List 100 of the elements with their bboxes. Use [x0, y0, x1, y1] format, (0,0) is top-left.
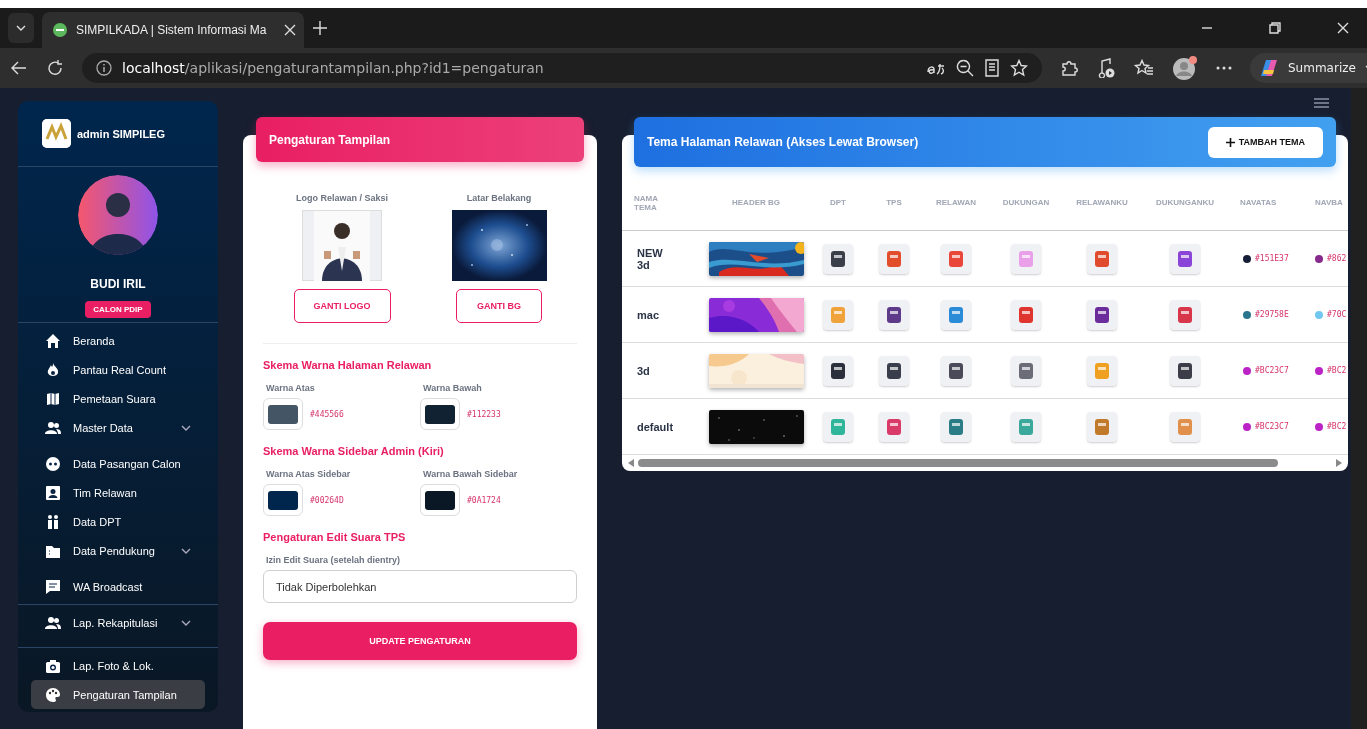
- column-header: NAVATAS: [1240, 198, 1277, 207]
- emblem-icon: [1011, 243, 1041, 274]
- sidebar-item[interactable]: Data Pendukung: [31, 536, 205, 565]
- card-title: Tema Halaman Relawan (Akses Lewat Browser): [647, 135, 919, 149]
- extension-icon[interactable]: [1060, 59, 1078, 77]
- media-icon[interactable]: [1096, 58, 1116, 78]
- emblem-icon: [1170, 411, 1200, 442]
- color-code: #BC23C7: [1255, 422, 1289, 431]
- sidebar-item[interactable]: Data DPT: [31, 507, 205, 536]
- emblem-icon: [823, 243, 853, 274]
- nav-icon: [45, 614, 61, 631]
- column-header: HEADER BG: [732, 198, 780, 207]
- emblem-icon: [879, 243, 909, 274]
- emblem-icon: [1011, 411, 1041, 442]
- sidebar-item[interactable]: Pantau Real Count: [31, 355, 205, 384]
- emblem-icon: [1087, 411, 1117, 442]
- theme-name: NEW 3d: [637, 246, 664, 271]
- add-theme-button[interactable]: TAMBAH TEMA: [1207, 126, 1323, 158]
- field-label: Warna Atas Sidebar: [265, 469, 352, 479]
- close-icon[interactable]: [1337, 22, 1349, 34]
- color-code: #00264D: [310, 495, 344, 505]
- star-icon[interactable]: [1010, 59, 1028, 77]
- column-header: NAMA TEMA: [634, 193, 659, 212]
- menu-icon[interactable]: [1314, 98, 1329, 108]
- back-icon[interactable]: [10, 59, 28, 77]
- emblem-icon: [879, 299, 909, 330]
- emblem-icon: [879, 355, 909, 386]
- field-label: Latar Belakang: [466, 193, 532, 203]
- section-title: Skema Warna Sidebar Admin (Kiri): [263, 445, 445, 457]
- sidebar-item[interactable]: Master Data: [31, 413, 205, 442]
- sidebar-item[interactable]: Data Pasangan Calon: [31, 449, 205, 478]
- color-code: #BC2: [1327, 422, 1347, 431]
- info-icon: [96, 60, 112, 76]
- column-header: DUKUNGAN: [1002, 198, 1050, 207]
- emblem-icon: [941, 411, 971, 442]
- sidebar-item[interactable]: Lap. Foto & Lok.: [31, 651, 205, 680]
- browser-tab[interactable]: SIMPILKADA | Sistem Informasi Ma: [42, 12, 304, 48]
- color-code: #70C: [1327, 310, 1347, 319]
- copilot-icon: [1258, 58, 1280, 78]
- color-code: #151E37: [1255, 254, 1289, 263]
- column-header: RELAWANKU: [1076, 198, 1128, 207]
- emblem-icon: [941, 243, 971, 274]
- emblem-icon: [1170, 355, 1200, 386]
- column-header: RELAWAN: [936, 198, 976, 207]
- brand-name: admin SIMPILEG: [77, 127, 165, 140]
- color-picker[interactable]: [263, 398, 303, 430]
- field-label: Warna Bawah: [422, 383, 483, 393]
- address-bar[interactable]: localhost/aplikasi/pengaturantampilan.php?id1=pengaturan: [82, 53, 1042, 83]
- close-icon[interactable]: [284, 24, 296, 36]
- field-label: Warna Atas: [265, 383, 316, 393]
- update-button[interactable]: UPDATE PENGATURAN: [263, 622, 577, 660]
- color-code: #BC23C7: [1255, 366, 1289, 375]
- emblem-icon: [941, 355, 971, 386]
- summarize-button[interactable]: Summarize: [1250, 53, 1367, 83]
- nav-icon: [45, 513, 61, 530]
- column-header: DPT: [830, 198, 846, 207]
- scrollbar[interactable]: [638, 459, 1278, 467]
- tab-list-button[interactable]: [8, 13, 34, 43]
- reload-icon[interactable]: [46, 59, 64, 77]
- sidebar-item[interactable]: Pemetaan Suara: [31, 384, 205, 413]
- nav-icon: [45, 657, 61, 674]
- logo-icon: [42, 119, 71, 148]
- emblem-icon: [1087, 355, 1117, 386]
- role-badge: CALON PDIP: [85, 301, 151, 318]
- nav-icon: [45, 455, 61, 472]
- emblem-icon: [1011, 355, 1041, 386]
- zoom-out-icon[interactable]: [956, 59, 974, 77]
- field-label: Warna Bawah Sidebar: [422, 469, 519, 479]
- theme-name: 3d: [637, 364, 651, 377]
- nav-icon: [45, 419, 61, 436]
- new-tab-icon[interactable]: [312, 20, 328, 36]
- color-picker[interactable]: [420, 484, 460, 516]
- column-header: NAVBA: [1315, 198, 1343, 207]
- emblem-icon: [941, 299, 971, 330]
- favicon-icon: [52, 22, 68, 38]
- select-field[interactable]: Tidak Diperbolehkan: [263, 570, 577, 603]
- emblem-icon: [1087, 243, 1117, 274]
- sidebar-item[interactable]: Lap. Rekapitulasi: [31, 608, 205, 637]
- restore-icon[interactable]: [1269, 22, 1281, 34]
- emblem-icon: [823, 299, 853, 330]
- color-picker[interactable]: [420, 398, 460, 430]
- change-background-button[interactable]: GANTI BG: [456, 289, 542, 323]
- favorites-icon[interactable]: [1134, 59, 1154, 77]
- sidebar-item[interactable]: Beranda: [31, 326, 205, 355]
- color-picker[interactable]: [263, 484, 303, 516]
- sidebar-item[interactable]: Pengaturan Tampilan: [31, 680, 205, 709]
- section-title: Skema Warna Halaman Relawan: [263, 359, 433, 371]
- emblem-icon: [1011, 299, 1041, 330]
- profile-avatar[interactable]: [1172, 55, 1198, 81]
- nav-icon: [45, 361, 61, 378]
- scroll-right-icon[interactable]: [1336, 459, 1342, 467]
- change-logo-button[interactable]: GANTI LOGO: [293, 289, 391, 323]
- card-header: Pengaturan Tampilan: [256, 117, 584, 162]
- color-code: #862: [1327, 254, 1347, 263]
- emblem-icon: [879, 411, 909, 442]
- scroll-left-icon[interactable]: [628, 459, 634, 467]
- sidebar-item[interactable]: WA Broadcast: [31, 572, 205, 601]
- sidebar-item[interactable]: Tim Relawan: [31, 478, 205, 507]
- reader-icon[interactable]: [984, 59, 1000, 77]
- more-icon[interactable]: [1216, 66, 1232, 70]
